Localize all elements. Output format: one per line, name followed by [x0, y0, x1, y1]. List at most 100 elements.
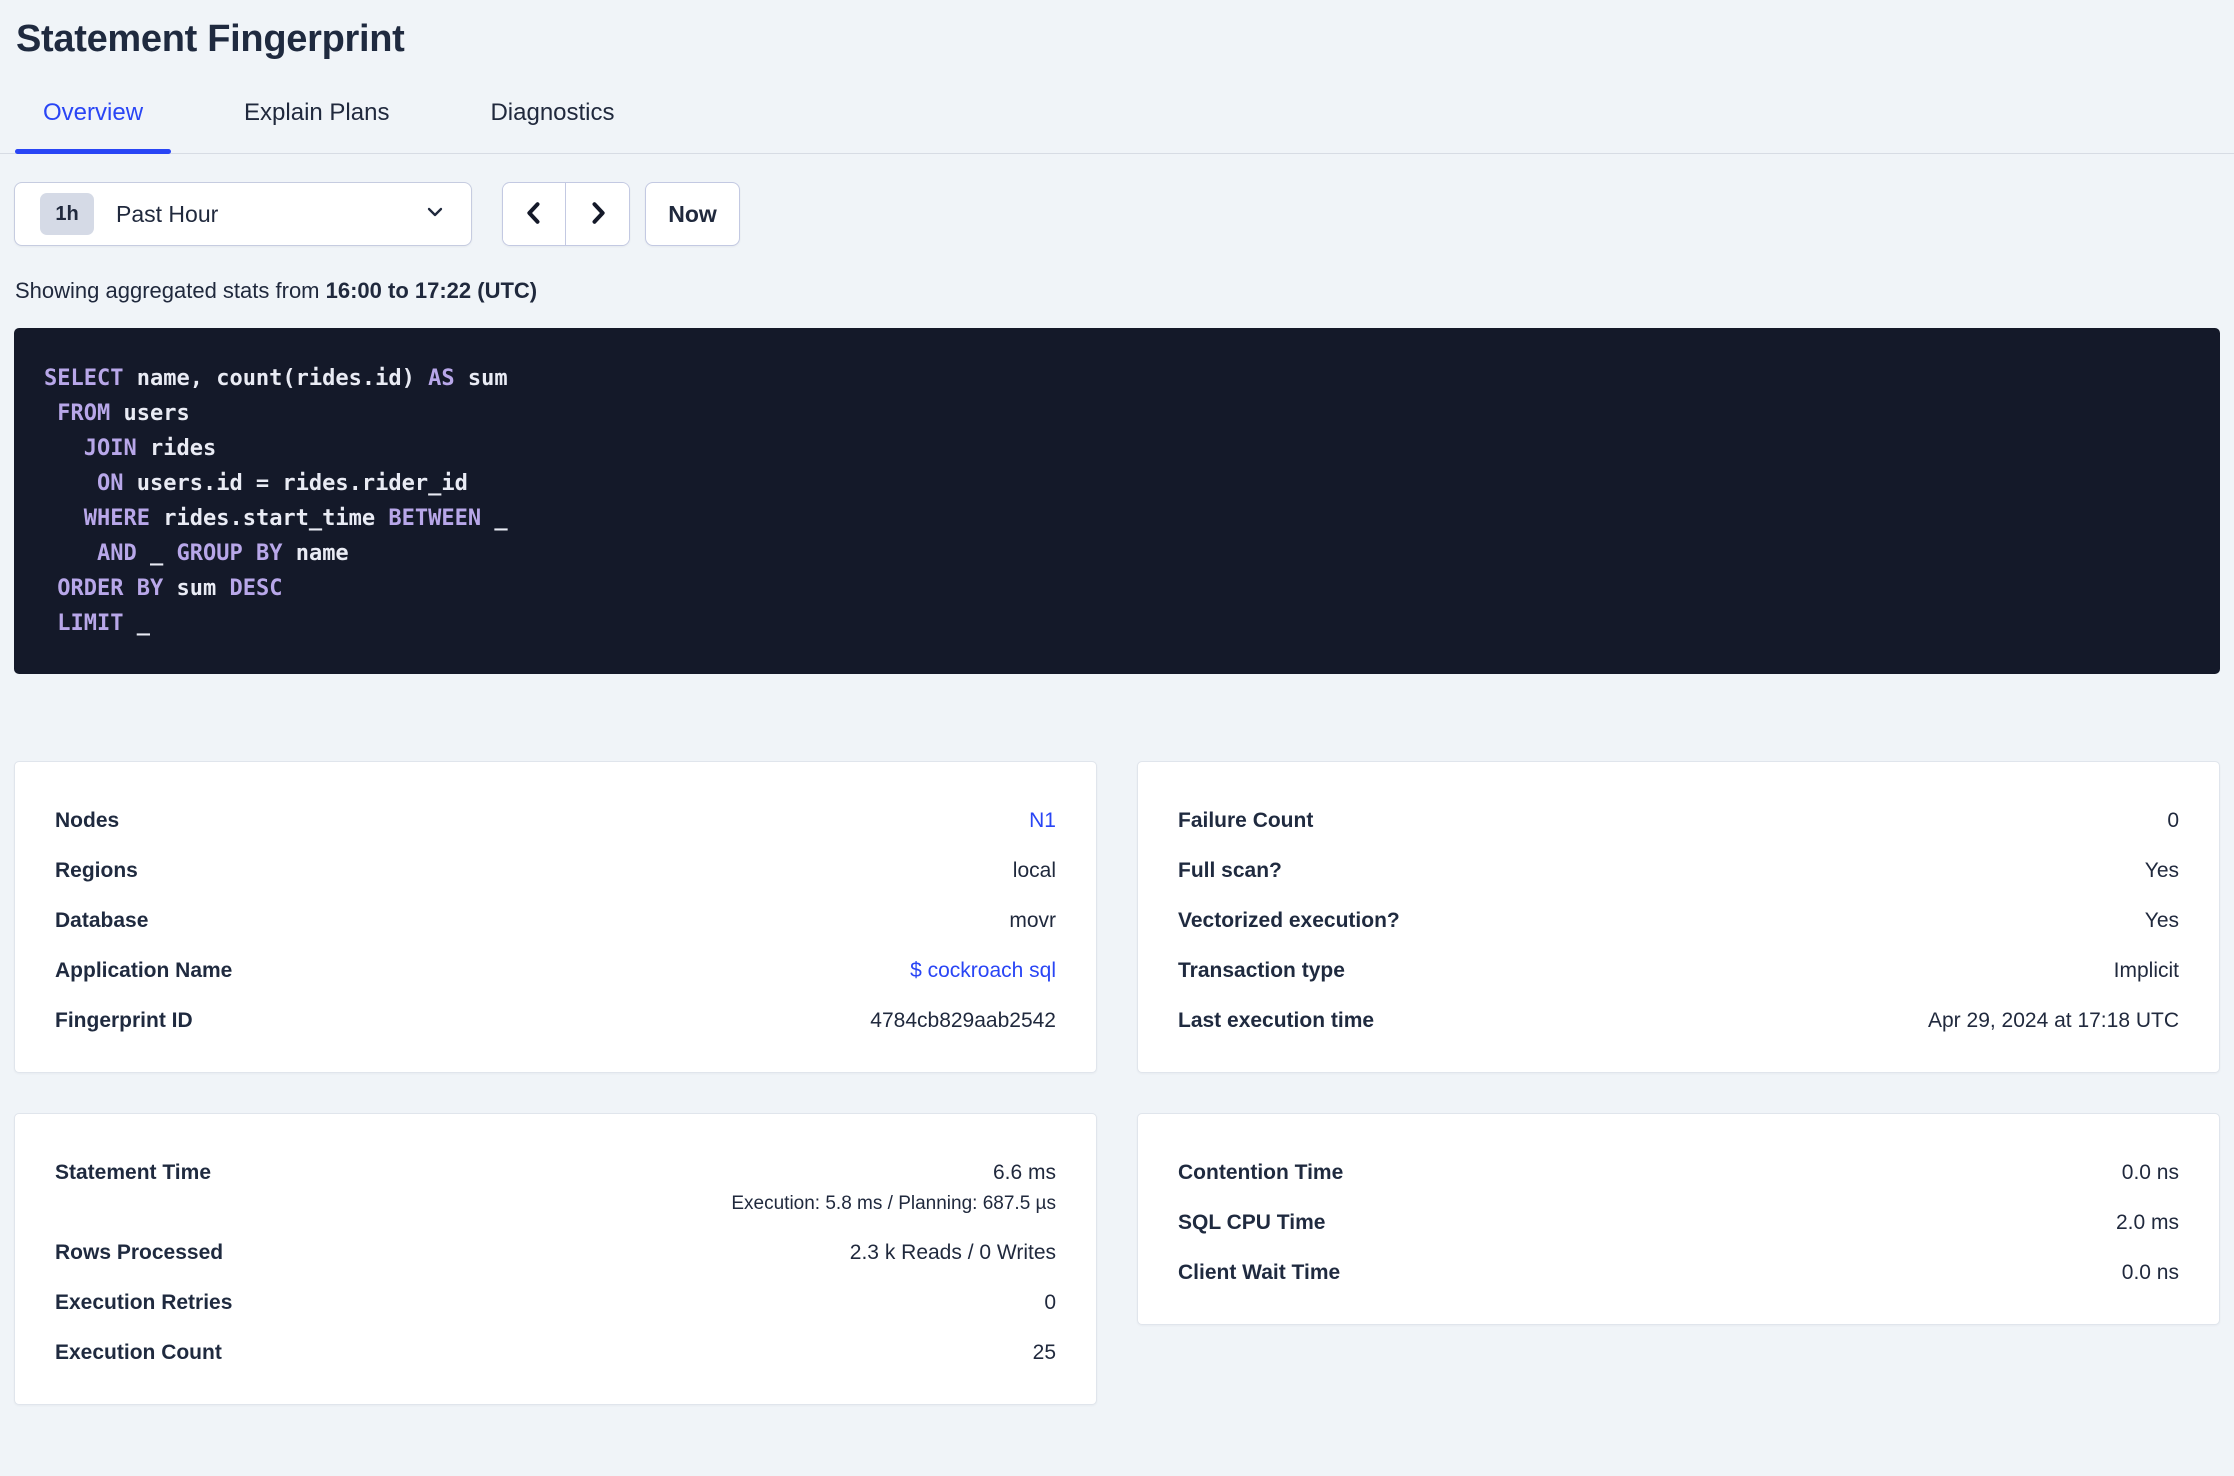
- execution-retries-label: Execution Retries: [55, 1291, 233, 1314]
- execution-retries-value: 0: [1044, 1291, 1056, 1314]
- timing-stats-card: Contention Time 0.0 ns SQL CPU Time 2.0 ms C…: [1137, 1113, 2220, 1325]
- card-row-nodes: Nodes N1: [55, 796, 1056, 846]
- client-wait-time-value: 0.0 ns: [2121, 1261, 2179, 1284]
- card-row-application-name: Application Name $ cockroach sql: [55, 946, 1056, 996]
- sql-line: SELECT name, count(rides.id) AS sum: [44, 366, 508, 391]
- fingerprint-id-value: 4784cb829aab2542: [870, 1009, 1056, 1032]
- aggregated-stats-range: 16:00 to 17:22 (UTC): [325, 278, 538, 303]
- client-wait-time-value-cell: 0.0 ns: [2122, 1261, 2179, 1285]
- tab-diagnostics[interactable]: Diagnostics: [462, 99, 642, 153]
- card-row-sql-cpu-time: SQL CPU Time 2.0 ms: [1178, 1198, 2179, 1248]
- failure-count-value: 0: [2167, 809, 2179, 832]
- last-execution-time-value: Apr 29, 2024 at 17:18 UTC: [1928, 1009, 2179, 1032]
- vectorized-execution-value-cell: Yes: [2145, 909, 2179, 933]
- nodes-link[interactable]: N1: [1029, 809, 1056, 832]
- aggregated-stats-prefix: Showing aggregated stats from: [15, 278, 326, 303]
- rows-processed-value-cell: 2.3 k Reads / 0 Writes: [850, 1241, 1056, 1265]
- chevron-down-icon: [423, 200, 447, 229]
- database-value: movr: [1009, 909, 1056, 932]
- sql-cpu-time-value-cell: 2.0 ms: [2116, 1211, 2179, 1235]
- sql-statement-box: SELECT name, count(rides.id) AS sum FROM…: [14, 328, 2220, 674]
- card-row-statement-time: Statement Time 6.6 ms Execution: 5.8 ms / …: [55, 1148, 1056, 1228]
- sql-cpu-time-label: SQL CPU Time: [1178, 1211, 1326, 1234]
- card-row-rows-processed: Rows Processed 2.3 k Reads / 0 Writes: [55, 1228, 1056, 1278]
- card-row-failure-count: Failure Count 0: [1178, 796, 2179, 846]
- card-row-full-scan: Full scan? Yes: [1178, 846, 2179, 896]
- application-name-link[interactable]: $ cockroach sql: [910, 959, 1056, 982]
- last-execution-time-value-cell: Apr 29, 2024 at 17:18 UTC: [1928, 1009, 2179, 1033]
- full-scan-value-cell: Yes: [2145, 859, 2179, 883]
- transaction-type-label: Transaction type: [1178, 959, 1345, 982]
- regions-label: Regions: [55, 859, 138, 882]
- card-row-vectorized-execution: Vectorized execution? Yes: [1178, 896, 2179, 946]
- card-row-transaction-type: Transaction type Implicit: [1178, 946, 2179, 996]
- chevron-right-icon: [584, 199, 612, 230]
- rows-processed-label: Rows Processed: [55, 1241, 224, 1264]
- contention-time-label: Contention Time: [1178, 1161, 1344, 1184]
- regions-value-cell: local: [1013, 859, 1056, 883]
- sql-cpu-time-value: 2.0 ms: [2115, 1211, 2179, 1234]
- execution-count-value-cell: 25: [1033, 1341, 1056, 1365]
- card-row-execution-count: Execution Count 25: [55, 1328, 1056, 1378]
- time-range-label: Past Hour: [116, 200, 219, 227]
- contention-time-value: 0.0 ns: [2121, 1161, 2179, 1184]
- card-row-contention-time: Contention Time 0.0 ns: [1178, 1148, 2179, 1198]
- time-toolbar: 1h Past Hour Now: [14, 182, 2220, 246]
- transaction-type-value: Implicit: [2113, 959, 2179, 982]
- database-label: Database: [55, 909, 149, 932]
- card-row-client-wait-time: Client Wait Time 0.0 ns: [1178, 1248, 2179, 1298]
- execution-attributes-card: Failure Count 0 Full scan? Yes Vectorized ex…: [1137, 761, 2220, 1073]
- client-wait-time-label: Client Wait Time: [1178, 1261, 1341, 1284]
- tab-overview[interactable]: Overview: [15, 99, 172, 154]
- sql-line: LIMIT _: [57, 611, 150, 636]
- tab-explain-plans[interactable]: Explain Plans: [216, 99, 417, 153]
- fingerprint-id-label: Fingerprint ID: [55, 1009, 193, 1032]
- card-row-execution-retries: Execution Retries 0: [55, 1278, 1056, 1328]
- card-row-fingerprint-id: Fingerprint ID 4784cb829aab2542: [55, 996, 1056, 1046]
- last-execution-time-label: Last execution time: [1178, 1009, 1375, 1032]
- statement-time-label: Statement Time: [55, 1161, 211, 1184]
- card-row-database: Database movr: [55, 896, 1056, 946]
- next-time-range-button[interactable]: [566, 183, 629, 245]
- execution-retries-value-cell: 0: [1044, 1291, 1056, 1315]
- vectorized-execution-label: Vectorized execution?: [1178, 909, 1400, 932]
- page-title: Statement Fingerprint: [16, 18, 405, 60]
- execution-stats-card: Statement Time 6.6 ms Execution: 5.8 ms / …: [14, 1113, 1097, 1405]
- transaction-type-value-cell: Implicit: [2114, 959, 2179, 983]
- tabs: Overview Explain Plans Diagnostics: [0, 99, 2234, 154]
- time-range-picker[interactable]: 1h Past Hour: [14, 182, 472, 246]
- application-name-label: Application Name: [55, 959, 233, 982]
- sql-line: ORDER BY sum DESC: [57, 576, 283, 601]
- statement-time-breakdown: Execution: 5.8 ms / Planning: 687.5 µs: [731, 1193, 1056, 1214]
- sql-code: SELECT name, count(rides.id) AS sum FROM…: [44, 361, 2190, 641]
- statement-time-value: 6.6 ms: [992, 1161, 1056, 1184]
- previous-time-range-button[interactable]: [503, 183, 566, 245]
- card-row-last-execution-time: Last execution time Apr 29, 2024 at 17:18…: [1178, 996, 2179, 1046]
- nodes-value-cell: N1: [1029, 809, 1056, 833]
- full-scan-value: Yes: [2144, 859, 2179, 882]
- fingerprint-id-value-cell: 4784cb829aab2542: [870, 1009, 1056, 1033]
- vectorized-execution-value: Yes: [2144, 909, 2179, 932]
- sql-line: FROM users: [57, 401, 190, 426]
- now-button[interactable]: Now: [645, 182, 740, 246]
- aggregated-stats-line: Showing aggregated stats from 16:00 to 1…: [15, 278, 2220, 304]
- full-scan-label: Full scan?: [1178, 859, 1282, 882]
- time-step-buttons: [502, 182, 630, 246]
- failure-count-label: Failure Count: [1178, 809, 1314, 832]
- application-name-value-cell: $ cockroach sql: [910, 959, 1056, 983]
- failure-count-value-cell: 0: [2167, 809, 2179, 833]
- sql-line: AND _ GROUP BY name: [96, 541, 349, 566]
- execution-count-label: Execution Count: [55, 1341, 222, 1364]
- execution-count-value: 25: [1032, 1341, 1056, 1364]
- rows-processed-value: 2.3 k Reads / 0 Writes: [849, 1241, 1056, 1264]
- sql-line: WHERE rides.start_time BETWEEN _: [83, 506, 508, 531]
- nodes-label: Nodes: [55, 809, 120, 832]
- card-row-regions: Regions local: [55, 846, 1056, 896]
- regions-value: local: [1012, 859, 1056, 882]
- statement-time-value-cell: 6.6 ms Execution: 5.8 ms / Planning: 687.…: [731, 1161, 1056, 1215]
- contention-time-value-cell: 0.0 ns: [2122, 1161, 2179, 1185]
- statement-details-card: Nodes N1 Regions local Database movr Applicati…: [14, 761, 1097, 1073]
- sql-line: ON users.id = rides.rider_id: [96, 471, 468, 496]
- statement-fingerprint-page: Statement Fingerprint Overview Explain Pl…: [0, 18, 2234, 1476]
- sql-line: JOIN rides: [83, 436, 217, 461]
